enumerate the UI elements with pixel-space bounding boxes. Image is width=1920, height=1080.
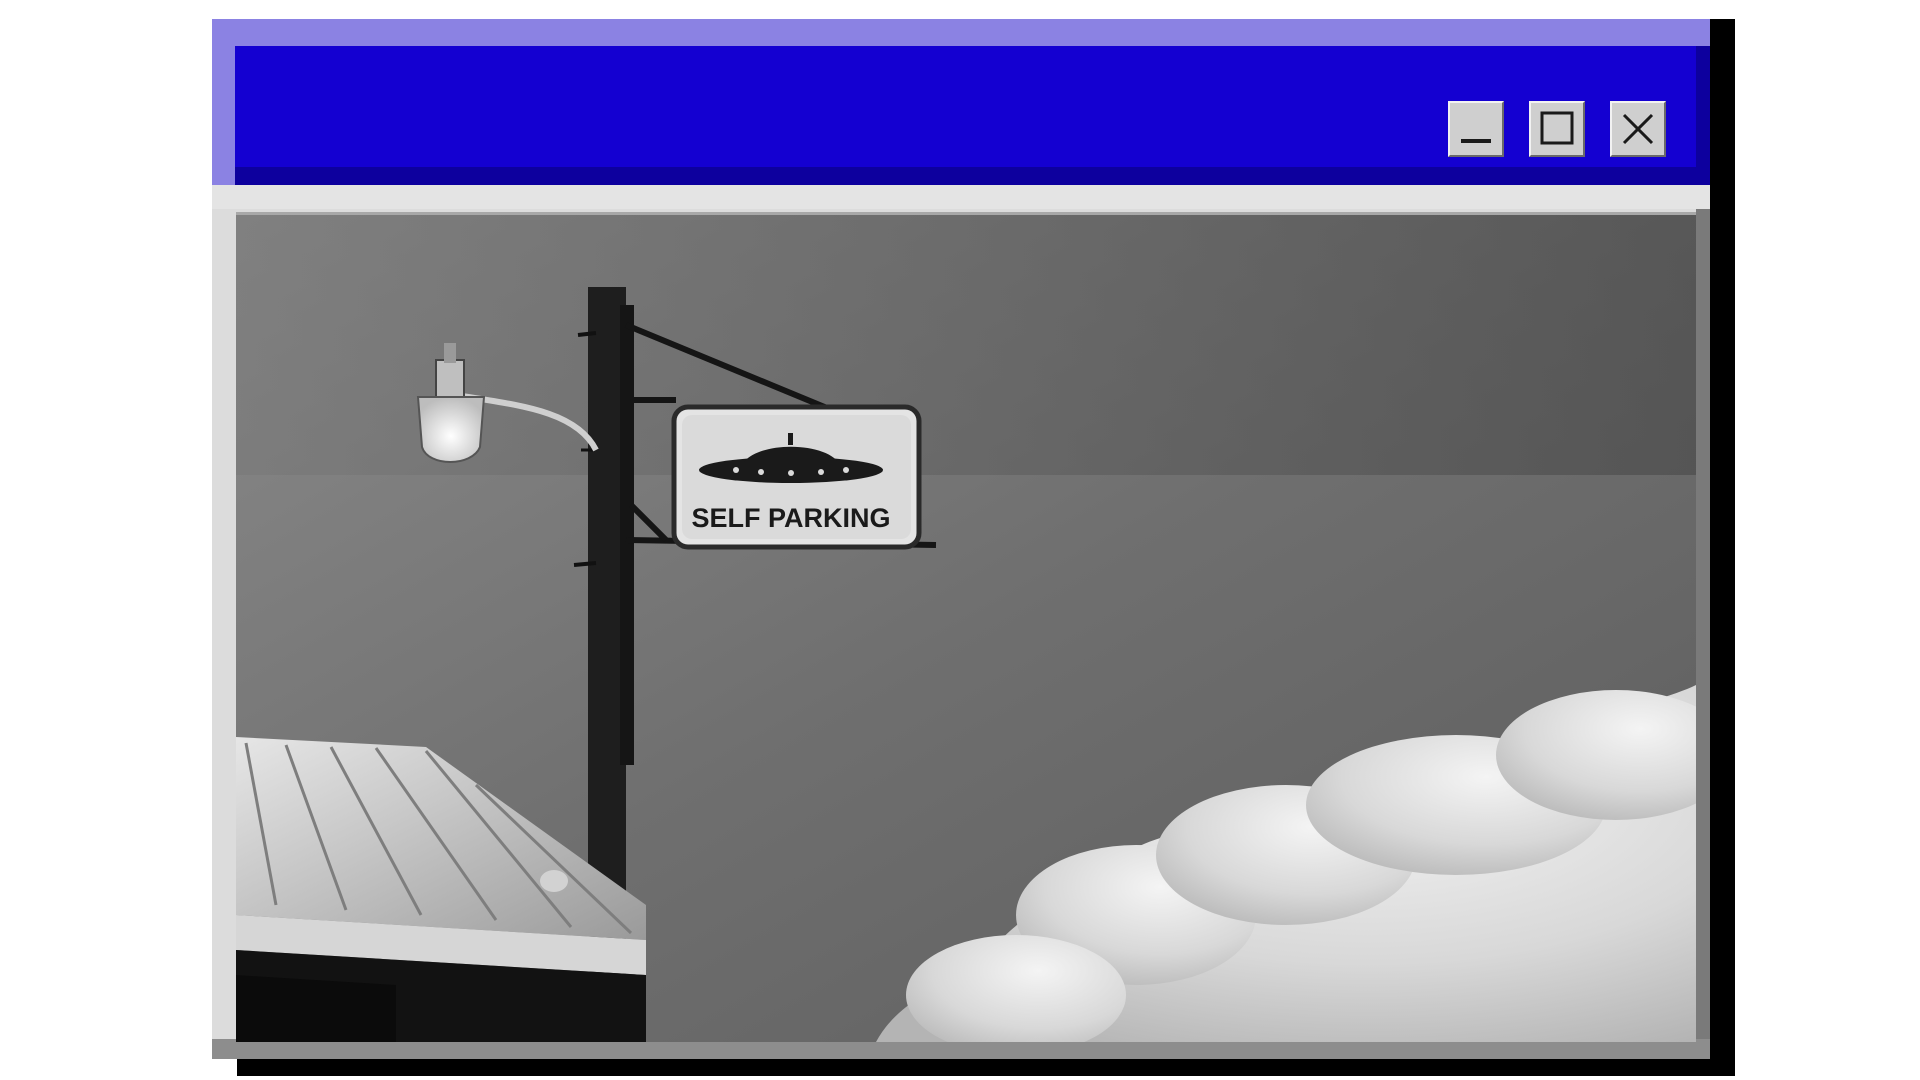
photo-viewport: SELF PARKING (236, 212, 1696, 1042)
window-right-edge (1696, 209, 1710, 1059)
photo-image: SELF PARKING (236, 215, 1696, 1042)
title-bar-shade (235, 167, 1710, 185)
app-window: SELF PARKING (212, 19, 1710, 1059)
satellite-dish (540, 870, 568, 892)
maximize-icon (1540, 111, 1574, 145)
maximize-button[interactable] (1529, 101, 1585, 157)
window-bottom-edge (212, 1039, 1710, 1059)
self-parking-sign: SELF PARKING (671, 404, 922, 550)
sign-label: SELF PARKING (691, 503, 890, 533)
title-bar-edge (1696, 46, 1710, 185)
minimize-button[interactable] (1448, 101, 1504, 157)
close-icon (1622, 113, 1654, 145)
minimize-icon (1461, 139, 1491, 143)
close-button[interactable] (1610, 101, 1666, 157)
menu-bar (212, 185, 1710, 209)
